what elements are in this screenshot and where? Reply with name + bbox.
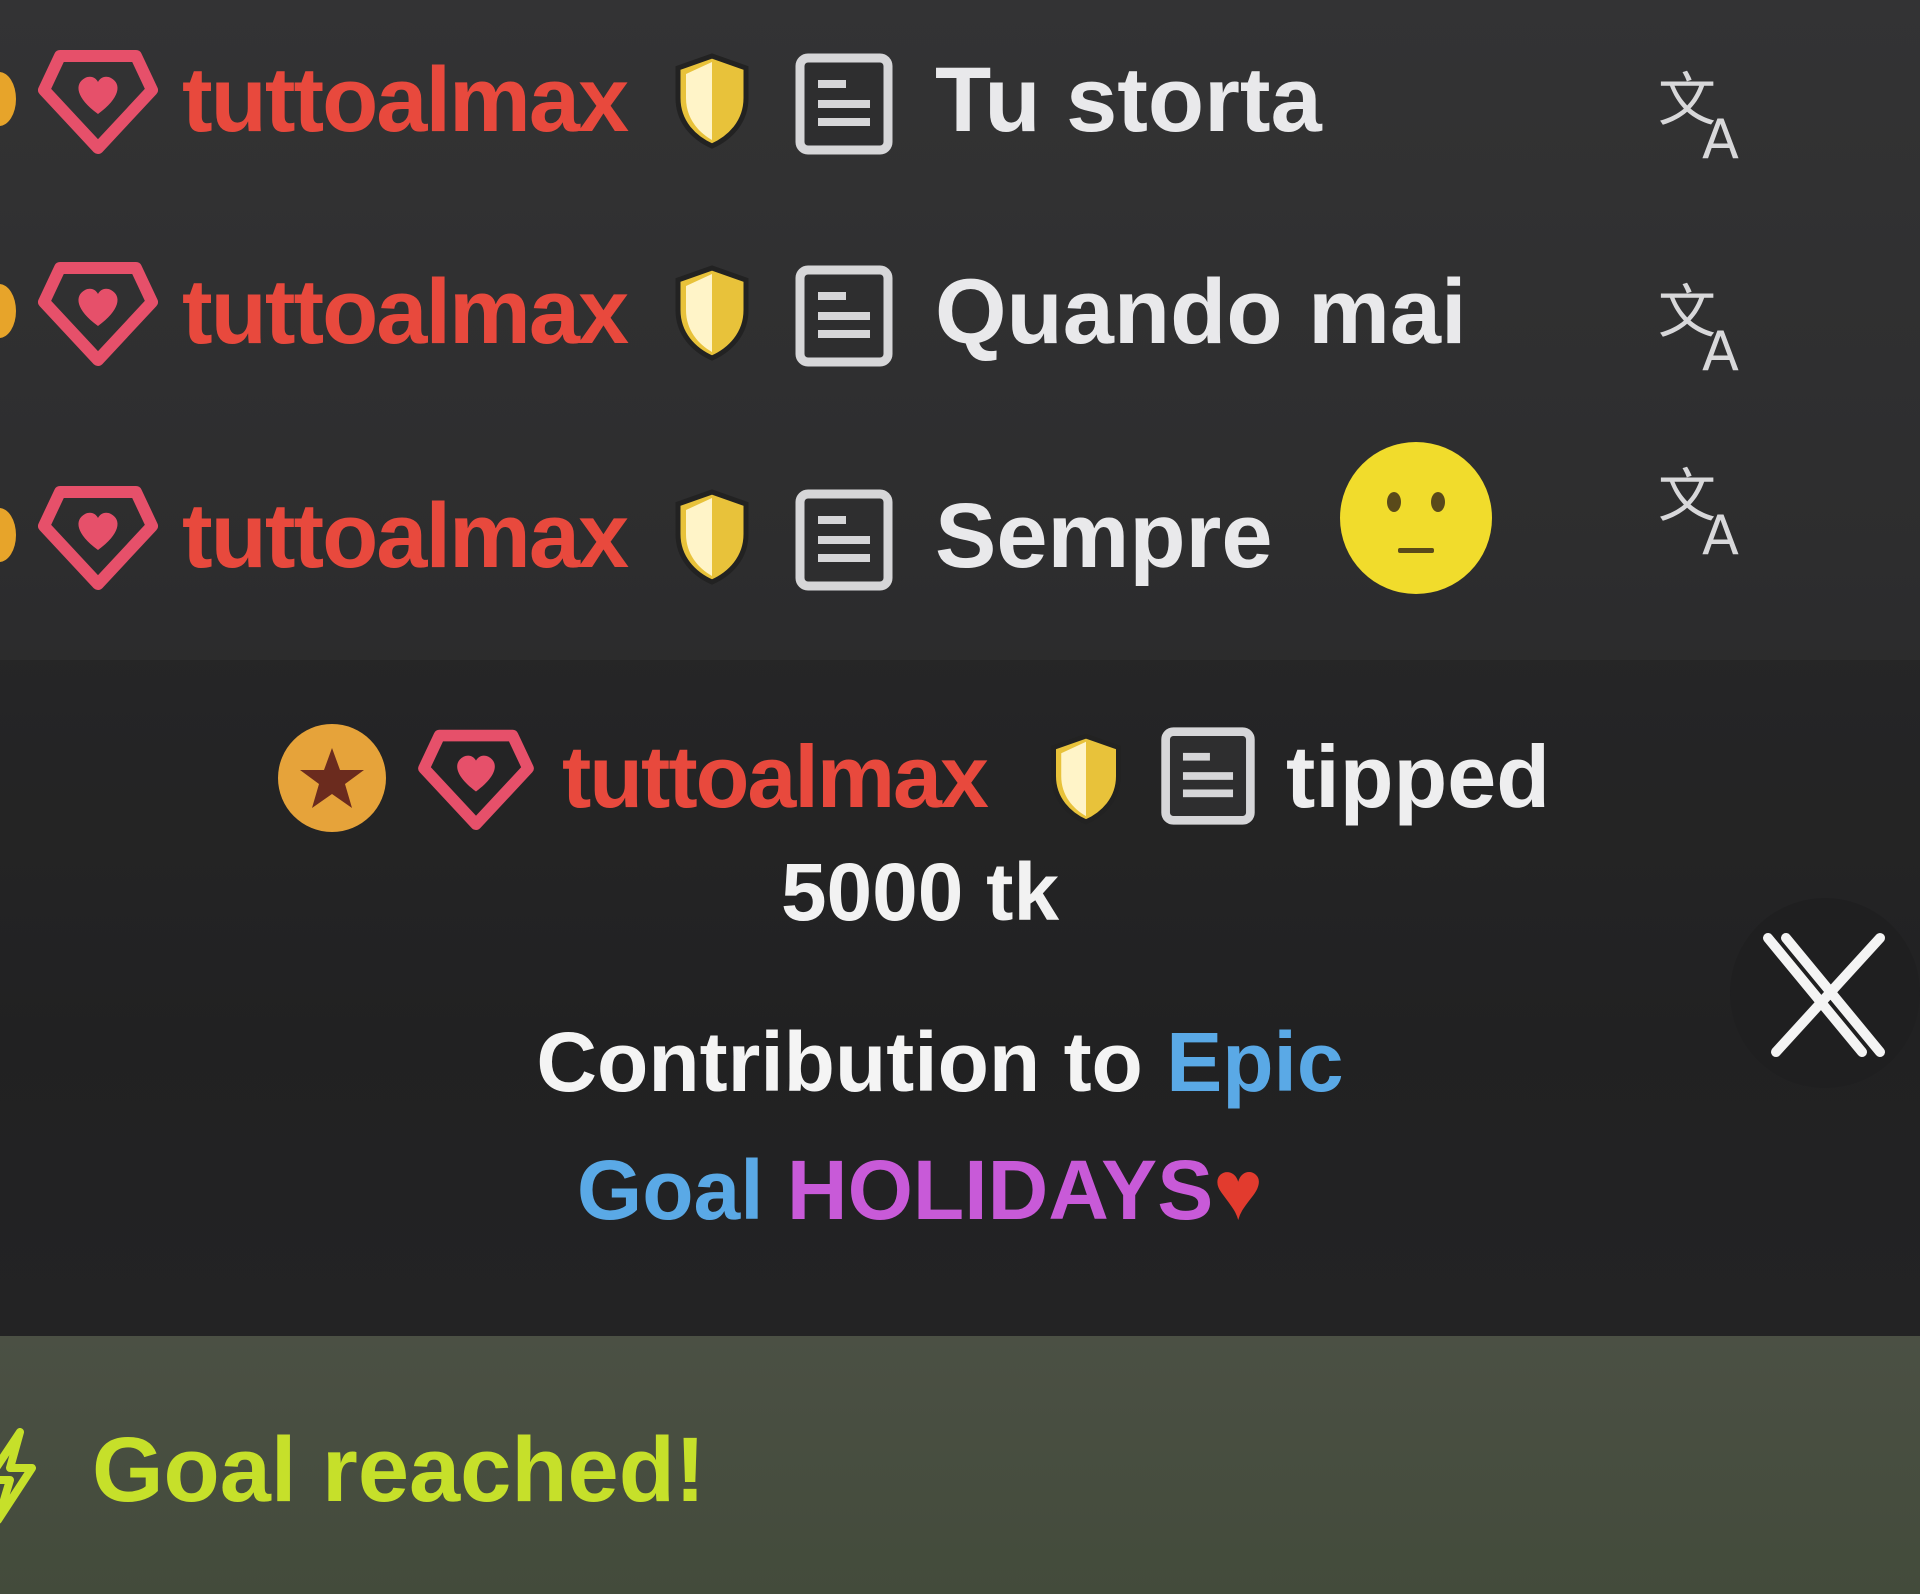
contribution-prefix: Contribution to [536, 1015, 1167, 1109]
shield-icon [675, 265, 749, 361]
translate-icon[interactable]: 文 A [1650, 454, 1760, 564]
chat-username[interactable]: tuttoalmax [182, 484, 629, 589]
chat-username[interactable]: tuttoalmax [182, 48, 629, 153]
chat-message: tuttoalmax Sempre 文 A [0, 456, 1920, 616]
goal-reached-text: Goal reached! [92, 1419, 706, 1521]
diamond-heart-badge-icon [38, 50, 158, 154]
chat-message: tuttoalmax Tu storta 文 A [0, 20, 1920, 180]
heart-emoji-icon: ♥ [1213, 1143, 1264, 1237]
notes-icon [795, 489, 893, 591]
star-badge-icon [278, 724, 386, 832]
avatar-edge [0, 72, 16, 126]
goal-reached-banner: Goal reached! [0, 1336, 1920, 1594]
avatar-edge [0, 284, 16, 338]
shield-icon [1051, 733, 1121, 825]
shield-icon [675, 53, 749, 149]
contribution-highlight: Epic [1166, 1015, 1344, 1109]
tip-amount: 5000 tk [780, 847, 1060, 938]
tip-verb: tipped [1286, 727, 1550, 826]
chat-screen: tuttoalmax Tu storta 文 A tuttoalmax Quan… [0, 0, 1920, 1594]
translate-icon[interactable]: 文 A [1650, 270, 1760, 380]
neutral-face-emoji-icon [1340, 442, 1492, 594]
tip-goal-text: Goal HOLIDAYS♥ [0, 1142, 1840, 1239]
chat-message-text: Sempre [935, 485, 1273, 587]
svg-text:A: A [1702, 504, 1739, 564]
tip-username[interactable]: tuttoalmax [562, 726, 989, 828]
shield-icon [675, 489, 749, 585]
diamond-heart-badge-icon [38, 486, 158, 590]
chat-username[interactable]: tuttoalmax [182, 260, 629, 365]
diamond-heart-badge-icon [38, 262, 158, 366]
goal-name: HOLIDAYS [786, 1143, 1214, 1237]
tip-contribution-text: Contribution to Epic [0, 1014, 1880, 1111]
notes-icon [1161, 727, 1255, 825]
notes-icon [795, 53, 893, 155]
notes-icon [795, 265, 893, 367]
chat-message: tuttoalmax Quando mai 文 A [0, 232, 1920, 392]
chat-message-text: Quando mai [935, 261, 1467, 363]
svg-text:A: A [1702, 320, 1739, 380]
svg-text:A: A [1702, 108, 1739, 168]
lightning-icon [0, 1428, 36, 1524]
goal-word: Goal [576, 1143, 764, 1237]
translate-icon[interactable]: 文 A [1650, 58, 1760, 168]
chat-message-text: Tu storta [935, 49, 1322, 151]
tip-notification: tuttoalmax tipped 5000 tk Contribution t… [0, 660, 1920, 1340]
diamond-heart-badge-icon [418, 729, 534, 830]
avatar-edge [0, 508, 16, 562]
close-button[interactable] [1730, 898, 1920, 1088]
